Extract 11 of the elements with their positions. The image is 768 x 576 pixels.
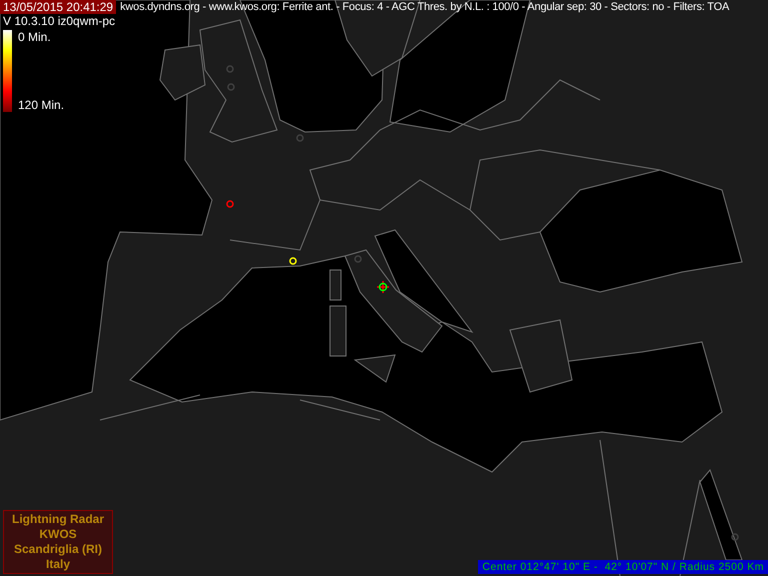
legend-label: 120 Min. (18, 98, 64, 112)
center-info: Center 012°47' 10" E - 42° 10'07" N / Radius 2500 Km (478, 560, 768, 574)
station-text: Italy (46, 557, 70, 572)
info-text: kwos.dyndns.org - www.kwos.org: Ferrite ant. - Focus: 4 - AGC Thres. by N.L. : 100/0 - Angular sep: 30 - Sectors: no - Filters: TOA (120, 0, 730, 14)
station-text: Lightning Radar (12, 512, 104, 527)
version-text: V 10.3.10 iz0qwm-pc (3, 14, 116, 28)
legend-label: 0 Min. (18, 30, 52, 44)
station-text: Scandriglia (RI) (14, 542, 102, 557)
timestamp: 13/05/2015 20:41:29 (0, 0, 116, 14)
station-marker-icon (377, 281, 389, 293)
station-text: KWOS (39, 527, 77, 542)
